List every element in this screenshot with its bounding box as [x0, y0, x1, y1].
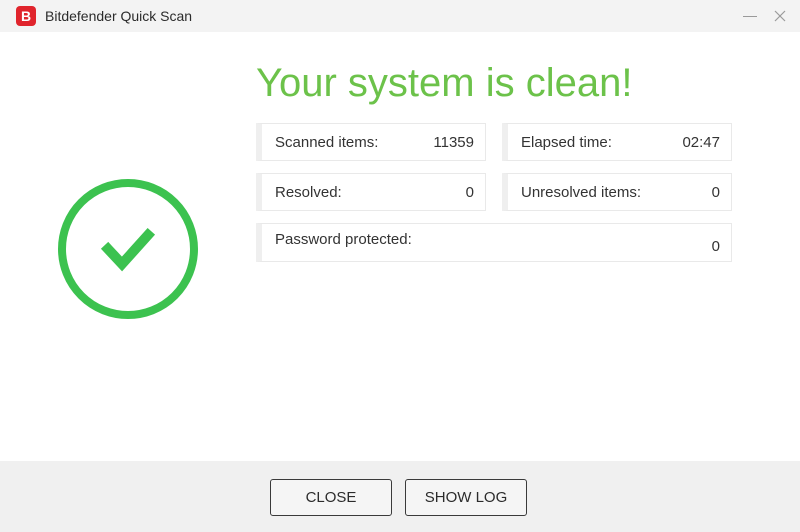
- close-button[interactable]: CLOSE: [270, 479, 392, 516]
- stat-label: Scanned items:: [275, 134, 379, 151]
- stat-label: Unresolved items:: [521, 184, 642, 201]
- stat-label: Resolved:: [275, 184, 342, 201]
- stat-value: 0: [711, 184, 720, 201]
- bitdefender-logo-icon: B: [16, 6, 36, 26]
- stat-label: Password protected:: [275, 231, 412, 248]
- minimize-button[interactable]: [736, 4, 764, 28]
- show-log-button[interactable]: SHOW LOG: [405, 479, 527, 516]
- stat-value: 0: [465, 184, 474, 201]
- check-circle-icon: [58, 179, 198, 319]
- stat-label: Elapsed time:: [521, 134, 612, 151]
- title-bar: B Bitdefender Quick Scan: [0, 0, 800, 32]
- stat-resolved: Resolved: 0: [256, 173, 486, 211]
- stat-value: 0: [711, 238, 720, 255]
- stat-unresolved-items: Unresolved items: 0: [502, 173, 732, 211]
- scan-result-window: B Bitdefender Quick Scan Your system is …: [0, 0, 800, 532]
- close-icon: [774, 10, 786, 22]
- window-title: Bitdefender Quick Scan: [45, 8, 193, 24]
- close-window-button[interactable]: [766, 4, 794, 28]
- stat-value: 11359: [433, 134, 474, 151]
- stat-password-protected: Password protected: 0: [256, 223, 732, 262]
- stat-scanned-items: Scanned items: 11359: [256, 123, 486, 161]
- footer-bar: CLOSE SHOW LOG: [0, 461, 800, 532]
- stat-elapsed-time: Elapsed time: 02:47: [502, 123, 732, 161]
- scan-result-headline: Your system is clean!: [256, 61, 633, 105]
- stat-value: 02:47: [682, 134, 720, 151]
- minimize-icon: [743, 15, 757, 17]
